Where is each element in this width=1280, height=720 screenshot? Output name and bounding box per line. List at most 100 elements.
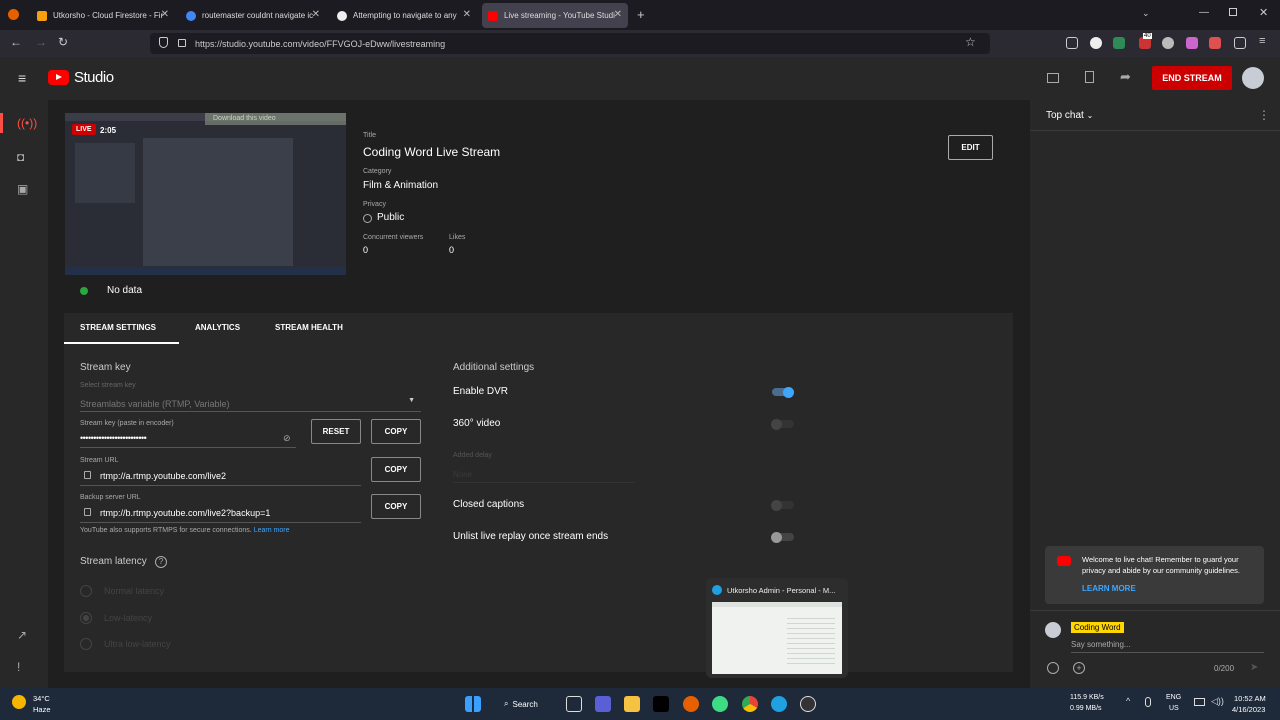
- pocket-icon[interactable]: [1066, 37, 1078, 49]
- hamburger-menu-icon[interactable]: ≡: [18, 70, 26, 86]
- bookmark-icon[interactable]: [1085, 71, 1094, 83]
- chat-message-input[interactable]: Say something...: [1071, 640, 1131, 649]
- address-bar[interactable]: https://studio.youtube.com/video/FFVGOJ-…: [150, 33, 990, 54]
- minimize-icon[interactable]: —: [1199, 7, 1209, 18]
- copy-backup-button[interactable]: COPY: [371, 494, 421, 519]
- jetbrains-icon[interactable]: [653, 696, 669, 712]
- app-menu-icon[interactable]: ≡: [1259, 35, 1265, 47]
- latency-heading: Stream latency: [80, 556, 147, 567]
- meet-icon[interactable]: [595, 696, 611, 712]
- volume-icon[interactable]: ◁)): [1211, 696, 1224, 707]
- shield-icon[interactable]: [159, 37, 168, 48]
- latency-normal-radio[interactable]: [80, 585, 92, 597]
- obs-icon[interactable]: [800, 696, 816, 712]
- lock-icon[interactable]: [178, 39, 186, 47]
- extension-dropper-icon[interactable]: [1209, 37, 1221, 49]
- weather-icon[interactable]: [12, 695, 26, 709]
- forward-icon[interactable]: →: [35, 35, 47, 49]
- taskbar-thumbnail-popup[interactable]: Utkorsho Admin - Personal - M...: [706, 578, 848, 678]
- file-explorer-icon[interactable]: [624, 696, 640, 712]
- top-chat-label: Top chat: [1046, 110, 1084, 121]
- close-window-icon[interactable]: ✕: [1259, 6, 1268, 19]
- browser-tab-routemaster[interactable]: routemaster couldnt navigate ic ✕: [180, 3, 326, 28]
- latency-low-radio[interactable]: [80, 612, 92, 624]
- backup-url-field[interactable]: rtmp://b.rtmp.youtube.com/live2?backup=1: [100, 508, 270, 518]
- tab-list-icon[interactable]: ⌄: [1142, 8, 1150, 19]
- chat-more-icon[interactable]: ⋮: [1258, 108, 1270, 122]
- external-link-icon[interactable]: ↗: [17, 628, 27, 642]
- edit-button[interactable]: EDIT: [948, 135, 993, 160]
- extension-green-icon[interactable]: [1113, 37, 1125, 49]
- firefox-icon[interactable]: [683, 696, 699, 712]
- account-avatar[interactable]: [1242, 67, 1264, 89]
- firefox-menu-icon[interactable]: [8, 9, 19, 20]
- stream-key-select[interactable]: Streamlabs variable (RTMP, Variable) ▼: [80, 394, 421, 410]
- chrome-icon[interactable]: [742, 696, 758, 712]
- feedback-icon[interactable]: !: [17, 660, 20, 674]
- rtmps-note-text: YouTube also supports RTMPS for secure c…: [80, 527, 252, 534]
- display-icon[interactable]: [1194, 698, 1205, 706]
- browser-tab-github[interactable]: Attempting to navigate to any ✕: [331, 3, 477, 28]
- browser-tab-youtube-studio[interactable]: Live streaming - YouTube Studi ✕: [482, 3, 628, 28]
- clapper-icon[interactable]: [1047, 73, 1059, 83]
- copy-key-button[interactable]: COPY: [371, 419, 421, 444]
- tab-stream-health[interactable]: STREAM HEALTH: [275, 323, 343, 332]
- send-icon[interactable]: ➤: [1250, 662, 1258, 673]
- copy-url-button[interactable]: COPY: [371, 457, 421, 482]
- emoji-icon[interactable]: [1047, 662, 1059, 674]
- added-delay-select[interactable]: None: [453, 470, 472, 479]
- reset-button[interactable]: RESET: [311, 419, 361, 444]
- clock-time[interactable]: 10:52 AM: [1234, 694, 1266, 703]
- taskbar-search[interactable]: ⌕ Search: [498, 694, 550, 714]
- reload-icon[interactable]: ↻: [58, 35, 68, 49]
- learn-more-link[interactable]: Learn more: [254, 527, 290, 534]
- extension-grid-icon[interactable]: [1186, 37, 1198, 49]
- edge-icon[interactable]: [771, 696, 787, 712]
- tray-overflow-icon[interactable]: ^: [1126, 696, 1130, 706]
- lang-text[interactable]: ENG: [1166, 694, 1181, 701]
- back-icon[interactable]: ←: [10, 35, 22, 49]
- stream-url-field[interactable]: rtmp://a.rtmp.youtube.com/live2: [100, 471, 226, 481]
- start-windows-icon[interactable]: [465, 696, 481, 712]
- camera-icon[interactable]: ◘: [17, 150, 24, 164]
- stream-status-dot: [80, 287, 88, 295]
- hide-eye-icon[interactable]: ⊘: [283, 433, 291, 444]
- stream-preview[interactable]: Download this video: [65, 113, 346, 275]
- manage-icon[interactable]: ▣: [17, 182, 28, 196]
- video-360-label: 360° video: [453, 418, 501, 429]
- super-chat-icon[interactable]: +: [1073, 662, 1085, 674]
- backup-url-label: Backup server URL: [80, 494, 141, 501]
- help-icon[interactable]: ?: [155, 556, 167, 568]
- extension-globe-icon[interactable]: [1162, 37, 1174, 49]
- unlist-replay-knob: [771, 532, 782, 543]
- stream-key-field[interactable]: •••••••••••••••••••••••••: [80, 433, 147, 443]
- youtube-logo-icon[interactable]: [48, 70, 69, 85]
- restore-icon[interactable]: [1229, 8, 1237, 16]
- tab-analytics[interactable]: ANALYTICS: [195, 323, 240, 332]
- close-tab-icon[interactable]: ✕: [312, 9, 320, 20]
- stream-title: Coding Word Live Stream: [363, 145, 501, 159]
- extension-s-icon[interactable]: [1090, 37, 1102, 49]
- mic-icon[interactable]: [1145, 697, 1151, 707]
- close-tab-icon[interactable]: ✕: [614, 9, 622, 20]
- task-view-icon[interactable]: [566, 696, 582, 712]
- latency-ultra-radio[interactable]: [80, 638, 92, 650]
- android-studio-icon[interactable]: [712, 696, 728, 712]
- top-chat-dropdown[interactable]: Top chat ⌄: [1046, 110, 1093, 121]
- close-tab-icon[interactable]: ✕: [463, 9, 471, 20]
- bookmark-star-icon[interactable]: ☆: [965, 35, 976, 49]
- chat-learn-more-button[interactable]: LEARN MORE: [1082, 584, 1136, 593]
- close-tab-icon[interactable]: ✕: [161, 9, 169, 20]
- thumbnail-table: [787, 614, 835, 666]
- viewers-label: Concurrent viewers: [363, 234, 424, 241]
- video-360-knob: [771, 419, 782, 430]
- google-icon: [186, 10, 196, 21]
- tab-stream-settings[interactable]: STREAM SETTINGS: [80, 323, 156, 332]
- new-tab-icon[interactable]: +: [637, 7, 645, 22]
- globe-icon: [363, 214, 372, 223]
- extensions-puzzle-icon[interactable]: [1234, 37, 1246, 49]
- share-icon[interactable]: ➦: [1120, 69, 1131, 85]
- browser-tab-firestore[interactable]: Utkorsho - Cloud Firestore - Fir ✕: [31, 3, 175, 28]
- end-stream-button[interactable]: END STREAM: [1152, 66, 1232, 90]
- live-broadcast-icon[interactable]: ((•)): [17, 116, 37, 130]
